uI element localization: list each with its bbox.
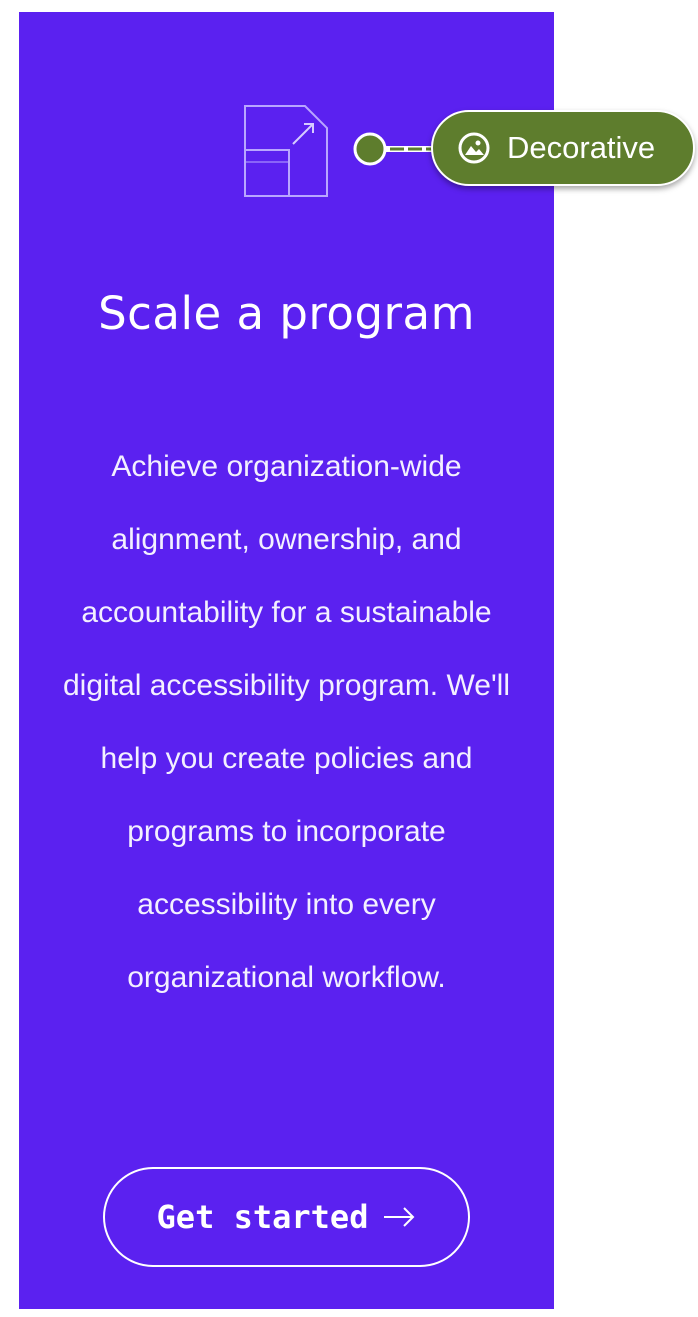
card-description: Achieve organization-wide alignment, own… xyxy=(63,450,510,994)
image-icon xyxy=(458,132,490,164)
page: Scale a program Achieve organization-wid… xyxy=(0,0,698,1317)
decorative-tag: Decorative xyxy=(431,110,695,186)
scale-program-icon xyxy=(244,105,328,197)
card-title: Scale a program xyxy=(98,287,475,340)
get-started-label: Get started xyxy=(156,1198,369,1236)
get-started-button[interactable]: Get started xyxy=(103,1167,470,1267)
decorative-tag-label: Decorative xyxy=(507,130,656,165)
annotation-connector xyxy=(353,132,434,166)
arrow-right-icon xyxy=(384,1207,415,1227)
feature-card: Scale a program Achieve organization-wid… xyxy=(19,12,554,1309)
